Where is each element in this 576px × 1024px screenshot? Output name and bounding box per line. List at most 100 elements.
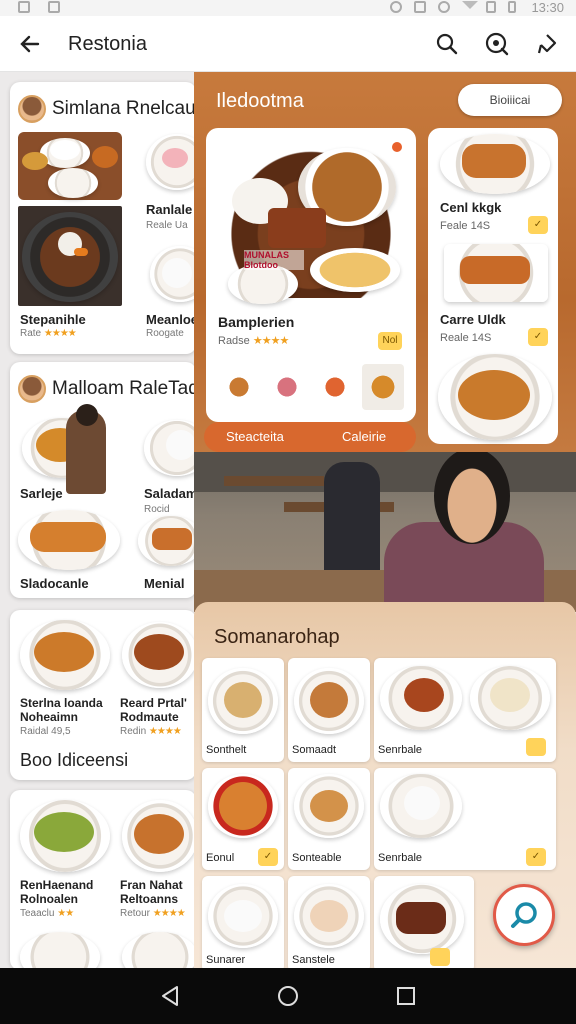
dish-sub: Rate — [20, 328, 42, 339]
dish-sub: Reale Ua — [146, 220, 188, 231]
dish-image[interactable] — [16, 616, 112, 692]
price-tag[interactable]: ✓ — [528, 328, 548, 346]
dish-rating: Redin ★★★★ — [120, 726, 182, 737]
featured-panel: Iledootma Bioiiicai MUNALAS Blotdoo Bamp… — [194, 72, 576, 452]
restaurant-card[interactable]: RenHaenand Rolnoalen Teaaclu ★★ Fran Nah… — [10, 790, 196, 970]
dish-image[interactable] — [16, 796, 112, 874]
grid-title: Somanarohap — [214, 626, 340, 648]
share-icon[interactable] — [534, 31, 560, 57]
grid-dish[interactable]: Sonteable — [288, 768, 370, 870]
featured-title: Iledootma — [216, 90, 304, 112]
dish-name: Cenl kkgk — [440, 200, 502, 215]
restaurant-photo — [194, 452, 576, 612]
back-arrow-icon[interactable] — [16, 30, 44, 58]
status-bar: 13:30 — [0, 0, 576, 16]
action-button[interactable]: Caleirie — [342, 429, 386, 444]
thumbnail[interactable] — [362, 364, 404, 410]
price-tag[interactable]: Nol — [378, 332, 402, 350]
nav-home-icon[interactable] — [276, 984, 300, 1008]
dish-image[interactable] — [122, 932, 196, 970]
grid-dish[interactable]: Somaadt — [288, 658, 370, 762]
card-header: Simlana Rnelcaul — [18, 94, 196, 124]
thumbnail-row — [218, 364, 404, 410]
grid-dish[interactable]: Eonul ✓ — [202, 768, 284, 870]
dish-image[interactable] — [16, 506, 120, 572]
restaurant-card[interactable]: Sterlna loanda Noheaimn Raidal 49,5 Rear… — [10, 610, 196, 780]
dish-sub: Reale 14S — [440, 332, 492, 344]
nav-back-icon[interactable] — [158, 984, 182, 1008]
featured-dish-card[interactable]: MUNALAS Blotdoo Bamplerien Radse ★★★★ No… — [206, 128, 416, 422]
price-tag[interactable]: ✓ — [526, 848, 546, 866]
price-tag[interactable] — [526, 738, 546, 756]
dish-sub: Rocid — [144, 504, 170, 515]
dish-name: Stepanihle — [20, 312, 86, 327]
app-title: Restonia — [68, 33, 147, 55]
dish-rating: Teaaclu ★★ — [20, 908, 74, 919]
section-title: Boo Idiceensi — [20, 750, 129, 770]
dish-name: Senrbale — [378, 744, 423, 756]
price-tag[interactable]: ✓ — [258, 848, 278, 866]
price-tag[interactable] — [430, 948, 450, 966]
dish-image[interactable] — [436, 354, 554, 440]
dish-image[interactable] — [134, 516, 196, 572]
dish-image[interactable]: MUNALAS Blotdoo — [218, 138, 404, 304]
grid-dish[interactable]: Senrbale ✓ — [374, 768, 556, 870]
star-rating: ★★★★ — [152, 908, 186, 919]
dish-name: Sunarer — [206, 954, 246, 966]
grid-dish[interactable]: Senrbale — [374, 658, 556, 762]
dish-rating: Retour ★★★★ — [120, 908, 186, 919]
dish-image[interactable] — [436, 134, 552, 196]
grid-dish[interactable] — [374, 876, 474, 972]
restaurant-card[interactable]: Malloam RaleTadbt Sarleje Saladam Rocid … — [10, 362, 196, 598]
star-rating: ★★★★ — [43, 328, 77, 339]
dish-image[interactable] — [118, 616, 196, 692]
thumbnail[interactable] — [218, 364, 260, 410]
nav-recents-icon[interactable] — [394, 984, 418, 1008]
dish-sub: Feale 14S — [440, 220, 491, 232]
search-fab-button[interactable] — [493, 884, 555, 946]
thumbnail[interactable] — [266, 364, 308, 410]
dish-name: Sonthelt — [206, 744, 247, 756]
side-dish-list: Cenl kkgk Feale 14S ✓ Carre Uldk Reale 1… — [428, 128, 558, 444]
search-alt-icon[interactable] — [484, 31, 510, 57]
dish-image[interactable] — [16, 404, 120, 494]
dish-image[interactable] — [118, 796, 196, 874]
avatar — [18, 95, 46, 123]
sync-icon — [390, 1, 402, 13]
featured-button[interactable]: Bioiiicai — [458, 84, 562, 116]
avatar — [18, 375, 46, 403]
live-dot-icon — [392, 142, 402, 152]
card-header: Malloam RaleTadbt — [18, 374, 196, 404]
dish-image[interactable] — [140, 416, 196, 482]
dish-image[interactable] — [18, 132, 122, 200]
dish-sub: Teaaclu — [20, 908, 55, 919]
dish-image[interactable] — [140, 236, 196, 306]
person-image — [324, 462, 380, 572]
person-face-image — [434, 452, 510, 544]
app-bar: Restonia — [0, 16, 576, 72]
signal-icon — [486, 1, 496, 13]
dish-name: Bamplerien — [218, 314, 295, 330]
dish-image[interactable] — [18, 206, 122, 306]
restaurant-card[interactable]: Simlana Rnelcaul Stepanihle Rate ★★★★ Ra… — [10, 82, 196, 354]
dish-image[interactable] — [140, 134, 196, 194]
dish-name: Meanloe — [146, 312, 196, 327]
dish-name: Carre Uldk — [440, 312, 506, 327]
grid-dish[interactable]: Sonthelt — [202, 658, 284, 762]
vibrate-icon — [414, 1, 426, 13]
thumbnail[interactable] — [314, 364, 356, 410]
dish-image[interactable] — [438, 240, 552, 304]
action-button[interactable]: Steacteita — [226, 429, 284, 444]
dish-overlay-text: MUNALAS Blotdoo — [244, 250, 304, 270]
search-icon[interactable] — [434, 31, 460, 57]
dish-name: Somaadt — [292, 744, 337, 756]
dish-name: Saladam — [144, 486, 196, 501]
dish-sub: Roogate — [146, 328, 184, 339]
dish-image[interactable] — [20, 932, 100, 970]
grid-dish[interactable]: Sunarer — [202, 876, 284, 972]
search-fab-icon — [511, 902, 537, 928]
grid-dish[interactable]: Sanstele — [288, 876, 370, 972]
price-tag[interactable]: ✓ — [528, 216, 548, 234]
star-rating: ★★★★ — [252, 335, 289, 347]
dish-sub: Retour — [120, 908, 151, 919]
